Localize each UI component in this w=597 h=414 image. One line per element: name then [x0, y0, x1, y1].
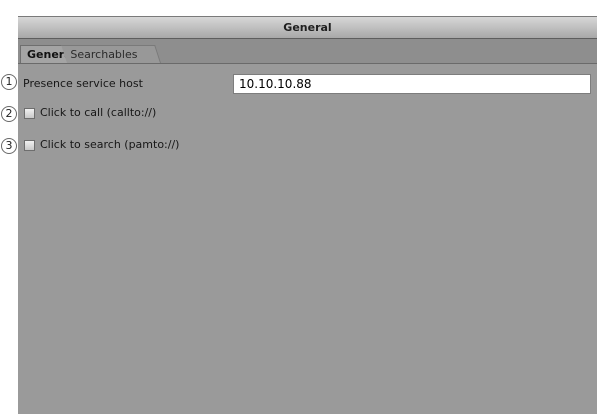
callout-marker-1: 1 — [1, 74, 17, 90]
tab-searchables-label: Searchables — [70, 48, 138, 61]
panel-title: General — [18, 16, 597, 39]
click-to-call-label: Click to call (callto://) — [40, 106, 157, 119]
click-to-call-checkbox[interactable] — [24, 108, 35, 119]
tab-searchables[interactable]: Searchables — [61, 45, 162, 63]
presence-host-input[interactable] — [233, 74, 591, 94]
settings-panel: General General Searchables Presence ser… — [18, 16, 597, 414]
callout-marker-3: 3 — [1, 138, 17, 154]
tab-general[interactable]: General — [20, 45, 75, 63]
presence-host-label: Presence service host — [23, 77, 143, 90]
click-to-search-checkbox[interactable] — [24, 140, 35, 151]
tab-bar: General Searchables — [18, 39, 597, 64]
callout-marker-2: 2 — [1, 106, 17, 122]
click-to-search-label: Click to search (pamto://) — [40, 138, 180, 151]
